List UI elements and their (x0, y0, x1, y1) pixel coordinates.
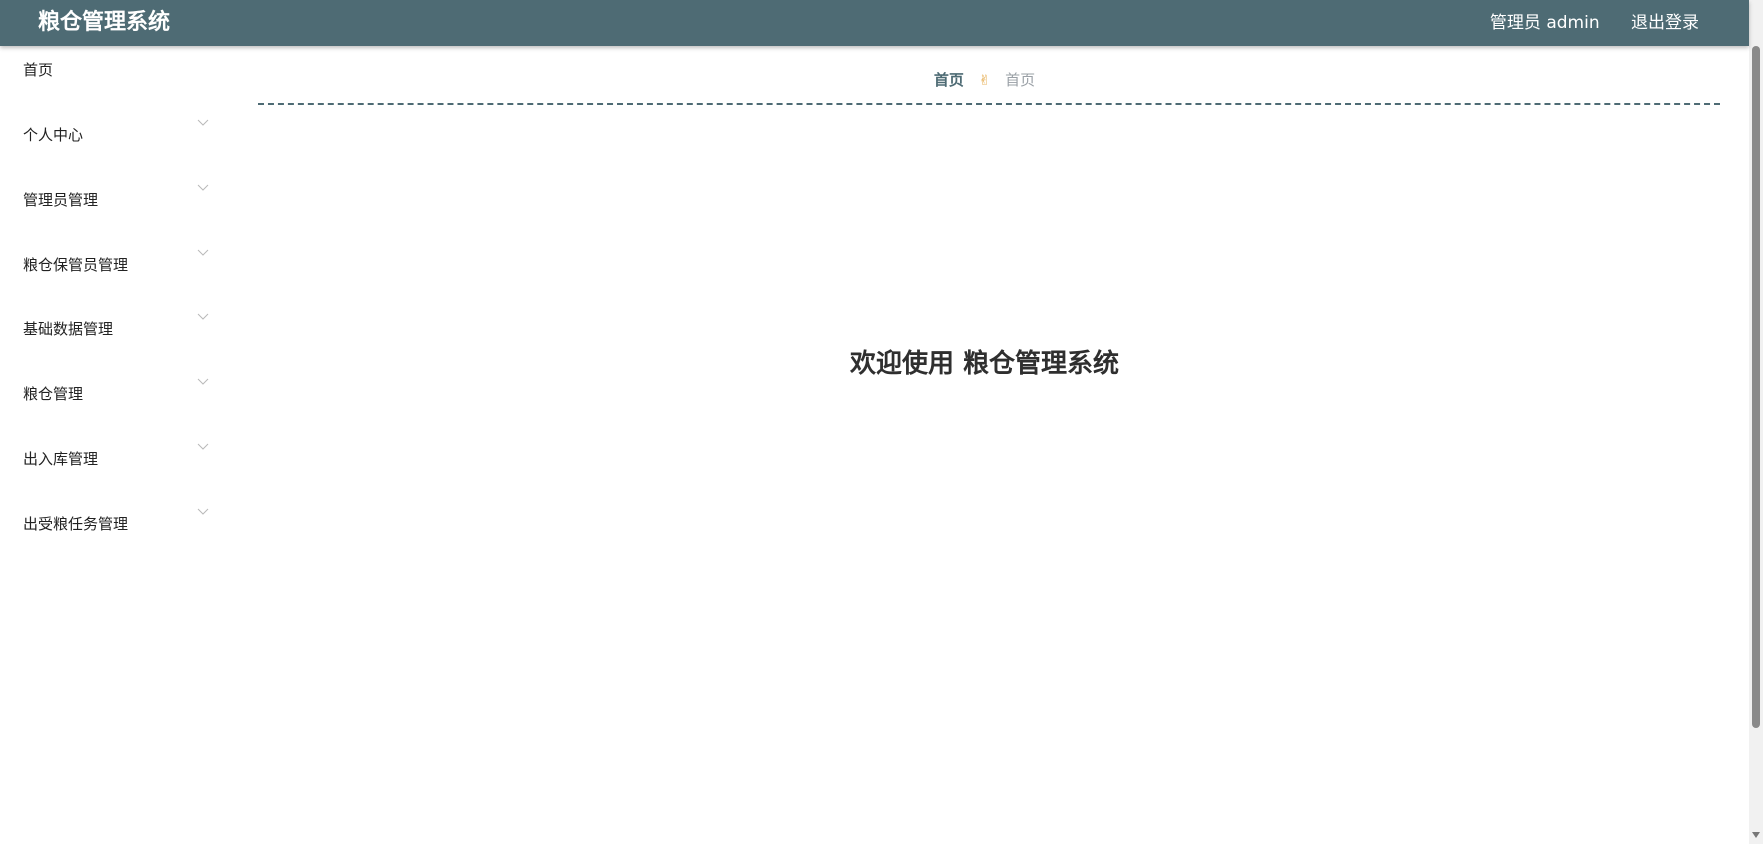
scrollbar-corner (1749, 0, 1763, 46)
chevron-down-icon (197, 378, 209, 385)
vertical-scrollbar[interactable] (1749, 46, 1763, 844)
chevron-down-icon (197, 313, 209, 320)
sidebar-item-basic-data-management[interactable]: 基础数据管理 (0, 309, 220, 349)
chevron-down-icon (197, 119, 209, 126)
breadcrumb-home-link[interactable]: 首页 (934, 71, 964, 89)
sidebar-item-label: 管理员管理 (23, 191, 99, 209)
chevron-down-icon (197, 184, 209, 191)
current-user-label: 管理员 admin (1489, 13, 1600, 33)
top-header: 粮仓管理系统 管理员 admin 退出登录 (0, 0, 1749, 46)
sidebar-item-keeper-management[interactable]: 粮仓保管员管理 (0, 245, 220, 285)
chevron-down-icon (197, 249, 209, 256)
sidebar-item-label: 粮仓管理 (23, 385, 84, 403)
sidebar-item-inout-management[interactable]: 出入库管理 (0, 439, 220, 479)
breadcrumb-current: 首页 (1005, 71, 1036, 89)
logout-button[interactable]: 退出登录 (1631, 13, 1699, 33)
sidebar-item-label: 首页 (23, 61, 54, 79)
sidebar-item-label: 个人中心 (23, 126, 84, 144)
sidebar-item-admin-management[interactable]: 管理员管理 (0, 180, 220, 220)
sidebar-item-label: 基础数据管理 (23, 320, 114, 338)
scroll-down-arrow-icon[interactable] (1752, 832, 1760, 838)
chevron-down-icon (197, 443, 209, 450)
sidebar-item-personal-center[interactable]: 个人中心 (0, 115, 220, 155)
welcome-message: 欢迎使用 粮仓管理系统 (849, 349, 1120, 379)
sidebar-item-label: 粮仓保管员管理 (23, 256, 129, 274)
main-content: 首页 ✌ 首页 欢迎使用 粮仓管理系统 (220, 46, 1749, 844)
user-area: 管理员 admin 退出登录 (1490, 13, 1699, 33)
breadcrumb: 首页 ✌ 首页 (220, 70, 1749, 91)
scrollbar-thumb[interactable] (1752, 46, 1760, 728)
sidebar-item-label: 出入库管理 (23, 450, 99, 468)
victory-hand-icon: ✌ (978, 73, 991, 89)
app-title: 粮仓管理系统 (38, 10, 171, 35)
sidebar-menu: 首页 个人中心 管理员管理 粮仓保管员管理 基础数据管理 粮仓管理 出入库管理 … (0, 46, 220, 844)
sidebar-item-home[interactable]: 首页 (0, 50, 220, 90)
sidebar-item-label: 出受粮任务管理 (23, 515, 129, 533)
sidebar-item-grain-task-management[interactable]: 出受粮任务管理 (0, 504, 220, 544)
dashed-divider (258, 103, 1720, 105)
chevron-down-icon (197, 508, 209, 515)
sidebar-item-granary-management[interactable]: 粮仓管理 (0, 374, 220, 414)
